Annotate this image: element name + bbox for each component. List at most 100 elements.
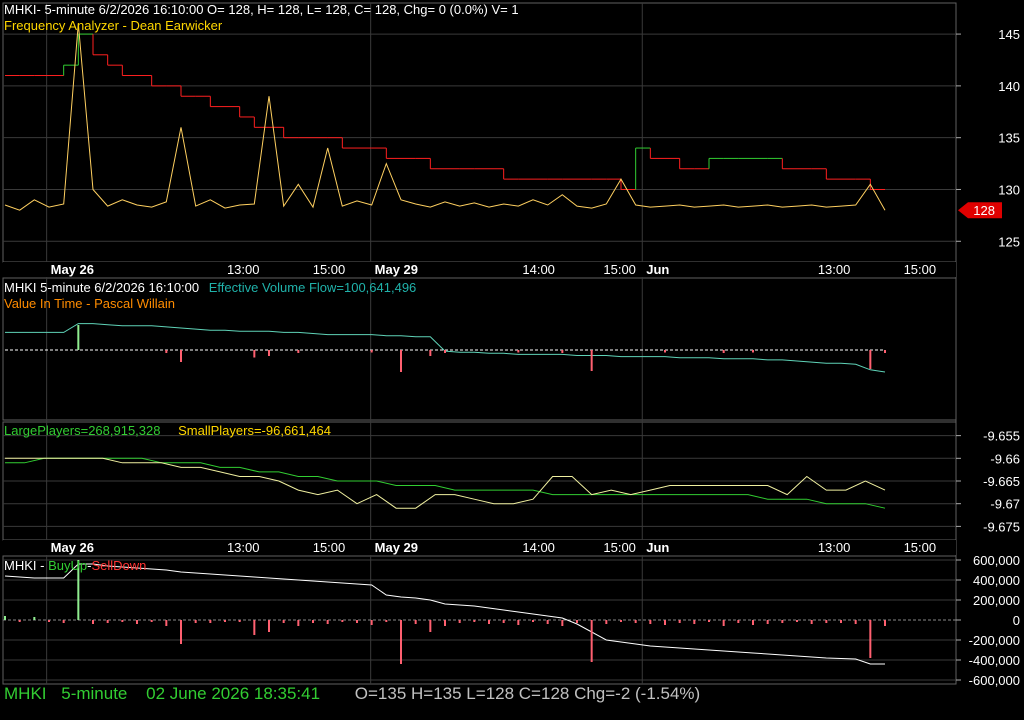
buyup-bar-47: [693, 620, 696, 624]
buyup-symbol-label: MHKI -: [4, 558, 49, 573]
time-axis-bottom-tick-4: 14:00: [522, 540, 555, 555]
buyup-bar-46: [678, 620, 681, 623]
buyup-bar-4: [62, 620, 65, 623]
buyup-bar-39: [576, 620, 578, 623]
evf-bar-38: [561, 350, 564, 353]
buyup-bar-28: [414, 620, 417, 624]
buyup-bar-17: [253, 620, 256, 635]
frequency-wave-line: [4, 23, 886, 211]
buyup-tick-6: -600,000: [969, 673, 1020, 688]
buyup-bar-51: [752, 620, 754, 625]
buyup-bar-60: [884, 620, 886, 626]
evf-bar-25: [370, 350, 373, 353]
buyup-bar-25: [370, 620, 373, 625]
buyup-bar-57: [840, 620, 842, 623]
last-price-tag-label: 128: [973, 203, 995, 218]
evf-bar-35: [517, 350, 520, 353]
time-axis-top-bg: [3, 262, 956, 277]
time-axis-bottom-tick-6: Jun: [646, 540, 669, 555]
buyup-bar-9: [136, 620, 138, 624]
evf-bar-18: [268, 350, 270, 356]
players-header: LargePlayers=268,915,328 SmallPlayers=-9…: [4, 423, 331, 438]
evf-bar-11: [165, 350, 168, 353]
evf-bar-17: [253, 350, 256, 358]
small-players-line: [5, 457, 886, 509]
time-axis-bottom-bg: [3, 540, 956, 555]
buyup-bar-41: [605, 620, 608, 624]
evf-bar-51: [752, 350, 754, 353]
players-tick-3: -9.67: [990, 497, 1020, 512]
buyup-bar-37: [546, 620, 549, 624]
evf-bar-5: [77, 325, 80, 350]
cumulative-flow-line: [4, 563, 885, 665]
evf-bar-45: [664, 350, 666, 353]
buyup-bar-8: [121, 620, 124, 622]
buyup-bar-13: [194, 620, 197, 623]
buyup-bar-35: [517, 620, 520, 625]
buyup-bar-12: [180, 620, 182, 644]
chart-canvas: 145 140 135 130 125 128 May 26 13:00 15:00 May 29…: [2, 2, 1020, 688]
evf-bar-20: [297, 350, 300, 353]
buyup-bar-27: [400, 620, 402, 664]
time-axis-bottom-tick-3: May 29: [375, 540, 418, 555]
large-players-label: LargePlayers=268,915,328: [4, 423, 161, 438]
time-axis-top-tick-1: 13:00: [227, 262, 260, 277]
price-tick-3: 130: [998, 182, 1020, 197]
panel-frame-1: [2, 2, 957, 263]
price-header: MHKI- 5-minute 6/2/2026 16:10:00 O= 128,…: [4, 2, 519, 17]
time-axis-top-tick-8: 15:00: [904, 262, 937, 277]
evf-bar-60: [884, 350, 886, 353]
buyup-bar-59: [869, 620, 872, 658]
frequency-analyzer-label: Frequency Analyzer - Dean Earwicker: [4, 18, 223, 33]
buyup-bar-16: [238, 620, 241, 622]
buyup-bar-30: [444, 620, 446, 626]
buyup-bar-43: [634, 620, 637, 623]
time-axis-bottom-tick-0: May 26: [51, 540, 94, 555]
buyup-bar-22: [326, 620, 329, 624]
evf-bar-29: [429, 350, 432, 356]
buyup-bar-36: [532, 620, 534, 622]
value-in-time-label: Value In Time - Pascal Willain: [4, 296, 175, 311]
evf-value-label: Effective Volume Flow=100,641,496: [208, 280, 417, 295]
status-ohlc: O=135 H=135 L=128 C=128 Chg=-2 (-1.54%): [354, 684, 701, 703]
buyup-tick-2: 200,000: [973, 593, 1020, 608]
time-axis-bottom-tick-2: 15:00: [313, 540, 346, 555]
small-players-label: SmallPlayers=-96,661,464: [178, 423, 331, 438]
buyup-bar-56: [825, 620, 828, 623]
buyup-tick-5: -400,000: [969, 653, 1020, 668]
status-bar: MHKI 5-minute 02 June 2026 18:35:41 O=13…: [4, 684, 700, 704]
buyup-bar-29: [429, 620, 432, 632]
status-datetime: 02 June 2026 18:35:41: [146, 684, 321, 703]
buyup-bar-1: [18, 620, 21, 622]
evf-bar-30: [444, 350, 446, 353]
buyup-tick-3: 0: [1013, 613, 1020, 628]
evf-header: MHKI 5-minute 6/2/2026 16:10:00 Effectiv…: [4, 280, 416, 295]
buyup-bar-34: [502, 620, 505, 623]
buyup-bar-20: [297, 620, 300, 626]
buyup-bar-55: [810, 620, 813, 624]
buyup-bar-7: [106, 620, 109, 623]
price-tick-0: 145: [998, 27, 1020, 42]
buyup-bar-26: [385, 620, 388, 622]
time-axis-top-tick-3: May 29: [375, 262, 418, 277]
buyup-bar-44: [649, 620, 652, 624]
players-tick-1: -9.66: [990, 451, 1020, 466]
evf-bar-27: [400, 350, 402, 372]
buyup-bar-31: [458, 620, 461, 623]
buyup-bar-6: [92, 620, 94, 624]
buy-up-label: BuyUp: [48, 558, 88, 573]
buyup-bar-19: [282, 620, 285, 623]
evf-bar-49: [722, 350, 725, 353]
buyup-tick-4: -200,000: [969, 633, 1020, 648]
buyup-bar-53: [781, 620, 784, 623]
buyup-bar-40: [590, 620, 593, 662]
players-tick-4: -9.675: [983, 519, 1020, 534]
time-axis-top-tick-4: 14:00: [522, 262, 555, 277]
buyup-bar-38: [561, 620, 564, 626]
evf-symbol-label: MHKI 5-minute 6/2/2026 16:10:00: [4, 280, 200, 295]
buyup-bar-0: [4, 616, 6, 620]
buyup-bar-21: [312, 620, 314, 623]
buyup-bar-49: [722, 620, 725, 626]
buyup-tick-1: 400,000: [973, 573, 1020, 588]
large-players-line: [5, 457, 886, 509]
